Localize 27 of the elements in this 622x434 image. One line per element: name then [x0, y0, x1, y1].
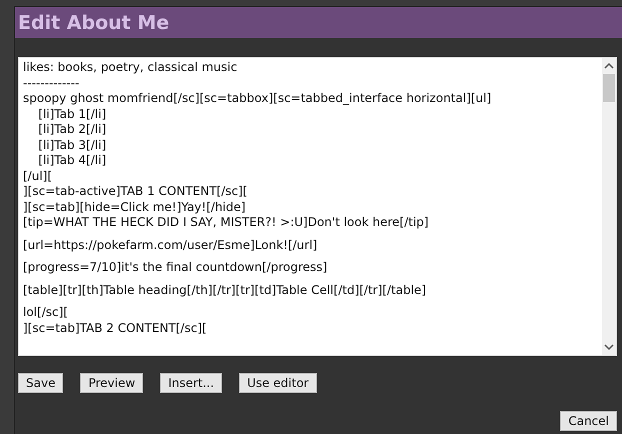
editor-text-line: [tip=WHAT THE HECK DID I SAY, MISTER?! >:U]Don't look here[/tip]	[23, 215, 429, 230]
editor-text-line: likes: books, poetry, classical music	[23, 60, 238, 76]
editor-text-line: [url=https://pokefarm.com/user/Esme]Lonk![/url]	[23, 236, 318, 253]
editor-text-line: [progress=7/10]it's the final countdown[/progress]	[23, 259, 328, 276]
scrollbar[interactable]	[602, 58, 616, 355]
dialog-button[interactable]: Preview	[80, 373, 144, 393]
scroll-down-icon[interactable]	[604, 343, 614, 351]
editor-text-line: lol[/sc][	[23, 304, 68, 320]
scroll-up-icon[interactable]	[604, 62, 614, 70]
cancel-button[interactable]: Cancel	[560, 411, 617, 431]
editor-text-line: [li]Tab 2[/li]	[37, 122, 106, 138]
dialog-button[interactable]: Insert...	[160, 373, 222, 393]
editor-text-line: ][sc=tab]TAB 2 CONTENT[/sc][	[23, 320, 207, 336]
scrollbar-thumb[interactable]	[603, 74, 615, 102]
dialog-button[interactable]: Use editor	[239, 373, 317, 393]
editor-text-line: [table][tr][th]Table heading[/th][/tr][tr][td]Table Cell[/td][/tr][/table]	[23, 282, 426, 298]
text-editor-field[interactable]	[18, 57, 617, 356]
editor-text-line: [li]Tab 3[/li]	[37, 138, 106, 153]
editor-text-line: [li]Tab 1[/li]	[37, 106, 106, 122]
editor-text-line: [/ul][	[23, 168, 52, 184]
editor-text-line: spoopy ghost momfriend[/sc][sc=tabbox][sc=tabbed_interface horizontal][ul]	[23, 91, 492, 106]
editor-text-line: [li]Tab 4[/li]	[37, 153, 106, 168]
editor-text-line: -------------	[23, 76, 80, 91]
editor-text-line: ][sc=tab][hide=Click me!]Yay![/hide]	[23, 200, 246, 215]
dialog-title: Edit About Me	[18, 12, 170, 34]
editor-text-line: ][sc=tab-active]TAB 1 CONTENT[/sc][	[23, 184, 248, 200]
dialog-button[interactable]: Save	[18, 373, 64, 393]
